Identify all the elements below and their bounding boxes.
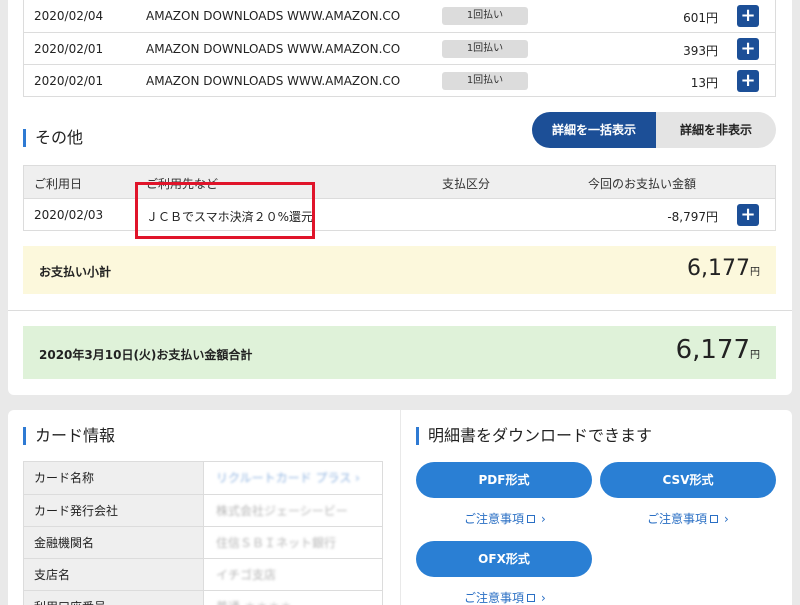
external-link-icon bbox=[710, 515, 719, 523]
table-row: 2020/02/01 AMAZON DOWNLOADS WWW.AMAZON.C… bbox=[24, 32, 775, 64]
tx-date: 2020/02/04 bbox=[34, 9, 104, 23]
header-date: ご利用日 bbox=[34, 177, 83, 191]
notice-text: ご注意事項 bbox=[464, 512, 525, 526]
tx-amount: 13円 bbox=[690, 76, 718, 90]
tx-pay-type-badge: 1回払い bbox=[442, 40, 528, 58]
card-info-table: カード名称 リクルートカード プラス › カード発行会社 株式会社ジェーシービー… bbox=[23, 461, 383, 605]
subtotal-bar: お支払い小計 6,177円 bbox=[23, 246, 776, 294]
tx-shop: AMAZON DOWNLOADS WWW.AMAZON.CO bbox=[146, 9, 401, 23]
tx-pay-type-badge: 1回払い bbox=[442, 72, 528, 90]
info-value: 株式会社ジェーシービー bbox=[216, 504, 348, 518]
ofx-download-button[interactable]: OFX形式 bbox=[416, 541, 592, 577]
tx-date: 2020/02/01 bbox=[34, 74, 104, 88]
notice-link-pdf[interactable]: ご注意事項 › bbox=[464, 510, 546, 527]
header-pay: 支払区分 bbox=[442, 177, 491, 191]
table-row: 2020/02/01 AMAZON DOWNLOADS WWW.AMAZON.C… bbox=[24, 64, 775, 96]
pdf-download-button[interactable]: PDF形式 bbox=[416, 462, 592, 498]
info-value: 普通 ＊＊＊＊ bbox=[204, 591, 382, 605]
subtotal-value: 6,177円 bbox=[687, 256, 760, 281]
tx-amount: 601円 bbox=[683, 11, 718, 25]
expand-plus-icon[interactable]: + bbox=[737, 204, 759, 226]
expand-plus-icon[interactable]: + bbox=[737, 70, 759, 92]
table-row: 利用口座番号 普通 ＊＊＊＊ bbox=[24, 590, 382, 605]
expand-plus-icon[interactable]: + bbox=[737, 5, 759, 27]
info-label: カード発行会社 bbox=[24, 495, 204, 526]
info-label: 支店名 bbox=[24, 559, 204, 590]
header-amount: 今回のお支払い金額 bbox=[588, 177, 697, 191]
transactions-table: 2020/02/04 AMAZON DOWNLOADS WWW.AMAZON.C… bbox=[23, 0, 776, 97]
tx-amount: -8,797円 bbox=[667, 210, 718, 224]
hide-details-button[interactable]: 詳細を非表示 bbox=[656, 112, 776, 148]
expand-plus-icon[interactable]: + bbox=[737, 38, 759, 60]
section-title-card-info: カード情報 bbox=[23, 427, 115, 445]
total-value: 6,177円 bbox=[676, 335, 760, 365]
info-label: 金融機関名 bbox=[24, 527, 204, 558]
table-row: カード発行会社 株式会社ジェーシービー bbox=[24, 494, 382, 526]
total-amount: 6,177 bbox=[675, 335, 750, 365]
external-link-icon bbox=[527, 515, 536, 523]
external-link-icon bbox=[527, 594, 536, 602]
subtotal-amount: 6,177 bbox=[687, 256, 750, 281]
highlight-annotation-box bbox=[135, 182, 315, 239]
chevron-right-icon: › bbox=[541, 591, 546, 605]
section-title-other: その他 bbox=[23, 129, 83, 147]
divider bbox=[8, 310, 792, 311]
notice-link-csv[interactable]: ご注意事項 › bbox=[647, 510, 729, 527]
tx-pay-type-badge: 1回払い bbox=[442, 7, 528, 25]
chevron-right-icon: › bbox=[724, 512, 729, 526]
total-label: 2020年3月10日(火)お支払い金額合計 bbox=[39, 348, 253, 362]
tx-date: 2020/02/03 bbox=[34, 208, 104, 222]
tx-amount: 393円 bbox=[683, 44, 718, 58]
notice-text: ご注意事項 bbox=[647, 512, 708, 526]
tx-date: 2020/02/01 bbox=[34, 42, 104, 56]
subtotal-unit: 円 bbox=[750, 267, 760, 278]
tx-shop: AMAZON DOWNLOADS WWW.AMAZON.CO bbox=[146, 74, 401, 88]
table-row: 支店名 イチゴ支店 bbox=[24, 558, 382, 590]
info-label: 利用口座番号 bbox=[24, 591, 204, 605]
notice-text: ご注意事項 bbox=[464, 591, 525, 605]
table-row: カード名称 リクルートカード プラス › bbox=[24, 462, 382, 494]
info-value: 住信ＳＢＩネット銀行 bbox=[216, 536, 337, 550]
info-value: イチゴ支店 bbox=[216, 568, 277, 582]
csv-download-button[interactable]: CSV形式 bbox=[600, 462, 776, 498]
tx-shop: AMAZON DOWNLOADS WWW.AMAZON.CO bbox=[146, 42, 401, 56]
notice-link-ofx[interactable]: ご注意事項 › bbox=[464, 589, 546, 605]
info-label: カード名称 bbox=[24, 462, 204, 494]
chevron-right-icon: › bbox=[541, 512, 546, 526]
total-bar: 2020年3月10日(火)お支払い金額合計 6,177円 bbox=[23, 326, 776, 379]
total-unit: 円 bbox=[750, 350, 760, 361]
show-all-details-button[interactable]: 詳細を一括表示 bbox=[532, 112, 656, 148]
section-title-download: 明細書をダウンロードできます bbox=[416, 427, 652, 445]
subtotal-label: お支払い小計 bbox=[39, 265, 112, 279]
table-row: 2020/02/04 AMAZON DOWNLOADS WWW.AMAZON.C… bbox=[24, 0, 775, 32]
card-name-link[interactable]: リクルートカード プラス › bbox=[204, 462, 382, 494]
table-row: 金融機関名 住信ＳＢＩネット銀行 bbox=[24, 526, 382, 558]
